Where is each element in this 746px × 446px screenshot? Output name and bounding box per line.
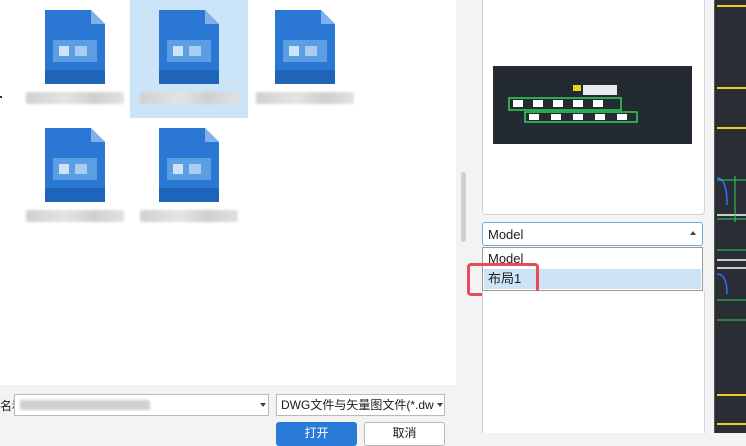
layout-select-value: Model <box>488 227 524 242</box>
list-marker <box>0 96 2 98</box>
file-name-redacted <box>140 92 238 104</box>
file-item[interactable] <box>16 118 134 236</box>
dwg-file-icon <box>45 128 105 202</box>
filename-value-redacted <box>20 400 150 410</box>
chevron-up-icon <box>690 231 696 235</box>
file-name-redacted <box>26 210 124 222</box>
file-name-redacted <box>140 210 238 222</box>
file-name-redacted <box>256 92 354 104</box>
preview-lower-area <box>482 291 705 433</box>
chevron-down-icon[interactable] <box>260 403 266 407</box>
dwg-file-icon <box>45 10 105 84</box>
file-item[interactable] <box>130 118 248 236</box>
file-list <box>0 0 456 385</box>
layout-select[interactable]: Model <box>482 222 703 246</box>
file-item-selected[interactable] <box>130 0 248 118</box>
file-item[interactable] <box>246 0 364 118</box>
vertical-scrollbar[interactable] <box>461 172 466 242</box>
cad-canvas[interactable] <box>714 0 746 433</box>
file-type-select[interactable]: DWG文件与矢量图文件(*.dw <box>276 394 445 416</box>
chevron-down-icon <box>437 403 443 407</box>
dwg-file-icon <box>159 10 219 84</box>
file-item[interactable] <box>16 0 134 118</box>
drawing-preview-image <box>493 66 692 144</box>
open-button[interactable]: 打开 <box>276 422 357 446</box>
cancel-button[interactable]: 取消 <box>364 422 445 446</box>
dwg-file-icon <box>275 10 335 84</box>
file-name-redacted <box>26 92 124 104</box>
dwg-file-icon <box>159 128 219 202</box>
